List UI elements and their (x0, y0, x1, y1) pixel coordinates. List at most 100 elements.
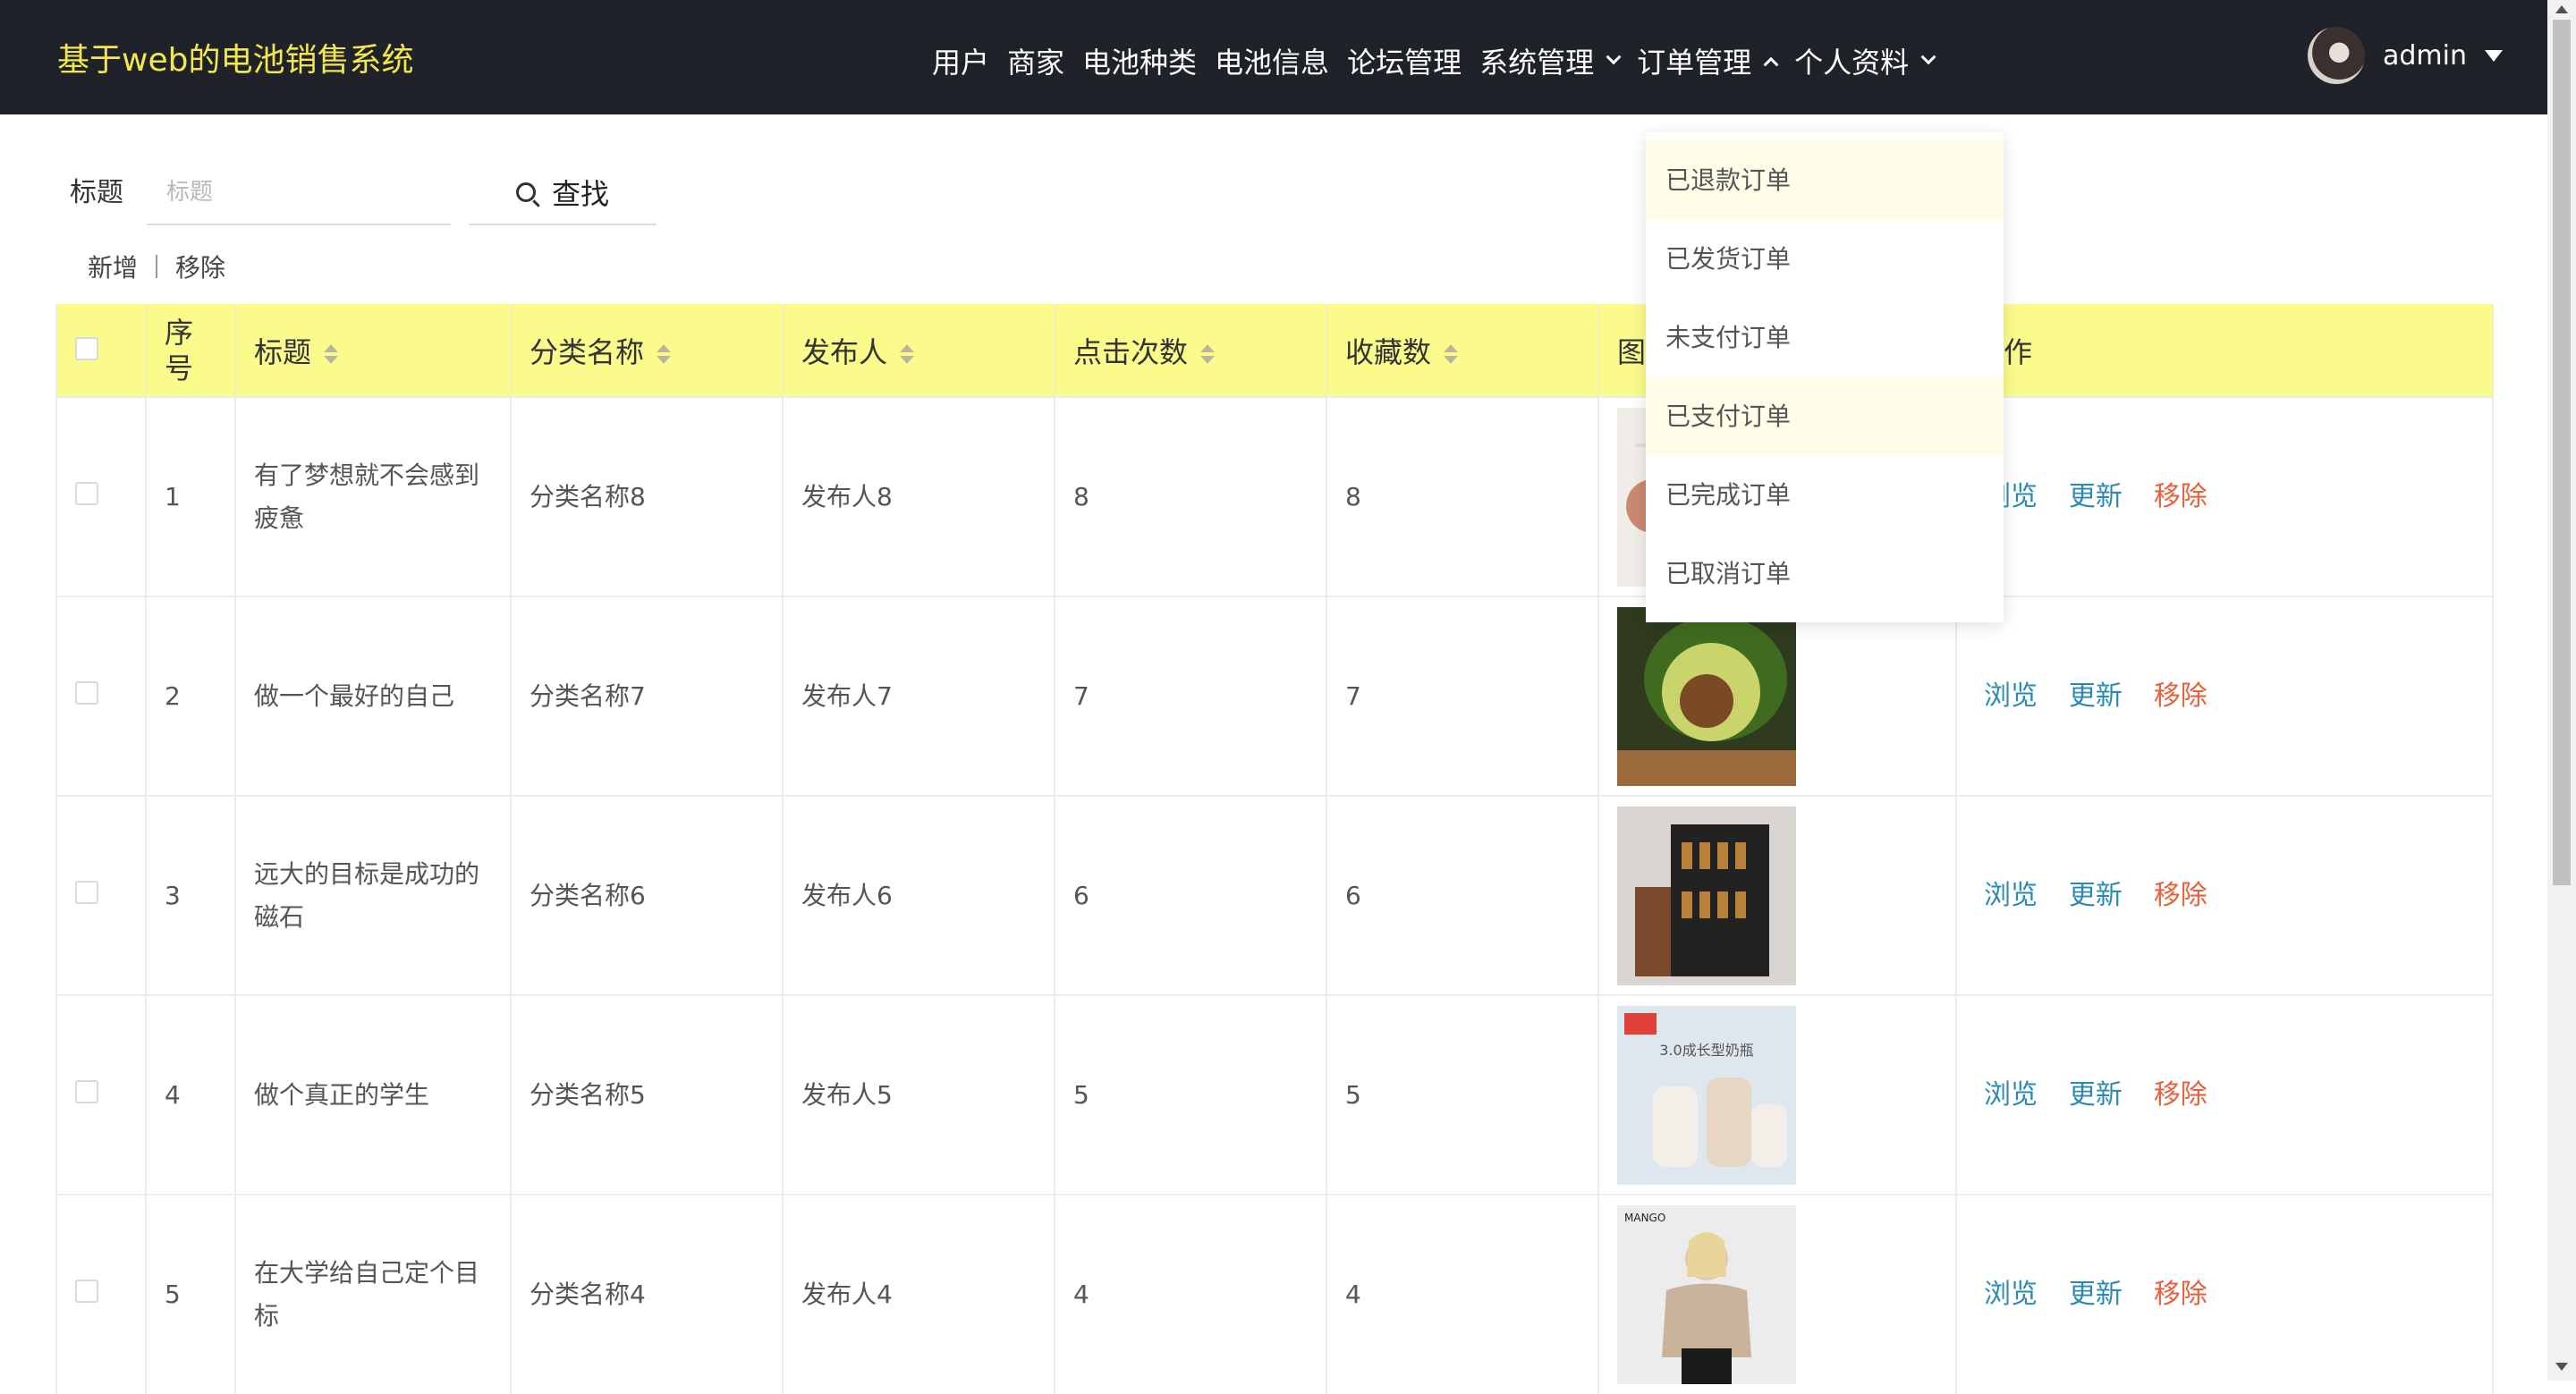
view-button[interactable]: 浏览 (1984, 1279, 2038, 1310)
row-checkbox[interactable] (75, 680, 98, 705)
nav-item-profile[interactable]: 个人资料 (1794, 40, 1936, 81)
row-favorites: 4 (1326, 1194, 1599, 1394)
search-button[interactable]: 查找 (469, 161, 657, 225)
row-actions: 浏览 更新 移除 (1956, 1194, 2494, 1394)
column-header-title[interactable]: 标题 (235, 304, 512, 397)
row-image-cell (1598, 795, 1957, 995)
select-all-checkbox[interactable] (75, 336, 98, 360)
row-publisher: 发布人8 (783, 396, 1055, 596)
row-checkbox[interactable] (75, 880, 98, 904)
table-actions: 新增 移除 (88, 249, 225, 284)
avatar-icon[interactable] (2308, 27, 2365, 84)
view-button[interactable]: 浏览 (1984, 880, 2038, 911)
edit-button[interactable]: 更新 (2069, 880, 2123, 911)
column-header-actions: 操作 (1956, 304, 2494, 397)
delete-button[interactable]: 移除 (2154, 680, 2207, 712)
row-clicks: 7 (1055, 596, 1327, 796)
menu-item-unpaid-orders[interactable]: 未支付订单 (1646, 299, 2004, 377)
menu-item-paid-orders[interactable]: 已支付订单 (1646, 377, 2004, 456)
row-actions: 浏览 更新 移除 (1956, 994, 2494, 1195)
delete-button[interactable]: 移除 (2154, 1279, 2207, 1310)
edit-button[interactable]: 更新 (2069, 1079, 2123, 1111)
row-select-cell[interactable] (55, 596, 147, 796)
search-input[interactable] (147, 161, 451, 225)
table-row: 1 有了梦想就不会感到疲惫 分类名称8 发布人8 8 8 浏览 更新 移除 (55, 396, 2494, 596)
row-select-cell[interactable] (55, 1194, 147, 1394)
row-title: 做一个最好的自己 (235, 596, 512, 796)
nav-item-users[interactable]: 用户 (932, 40, 989, 81)
select-all-cell[interactable] (55, 304, 147, 397)
add-button[interactable]: 新增 (88, 249, 138, 284)
row-favorites: 7 (1326, 596, 1599, 796)
delete-button[interactable]: 移除 (2154, 481, 2207, 512)
row-select-cell[interactable] (55, 396, 147, 596)
nav-item-system[interactable]: 系统管理 (1479, 40, 1622, 81)
order-dropdown-menu: 已退款订单 已发货订单 未支付订单 已支付订单 已完成订单 已取消订单 (1646, 132, 2004, 622)
row-image-cell: 3.0成长型奶瓶 (1598, 994, 1957, 1195)
edit-button[interactable]: 更新 (2069, 680, 2123, 712)
svg-text:MANGO: MANGO (1624, 1212, 1665, 1224)
table-row: 4 做个真正的学生 分类名称5 发布人5 5 5 3.0成长型奶瓶 浏览 更新 … (55, 994, 2494, 1195)
user-menu[interactable]: admin (2308, 27, 2503, 84)
chevron-up-icon (1763, 56, 1779, 72)
edit-button[interactable]: 更新 (2069, 1279, 2123, 1310)
row-actions: 浏览 更新 移除 (1956, 795, 2494, 995)
column-header-favorites[interactable]: 收藏数 (1326, 304, 1599, 397)
row-checkbox[interactable] (75, 1280, 98, 1303)
row-checkbox[interactable] (75, 481, 98, 505)
row-category: 分类名称7 (511, 596, 784, 796)
scroll-down-arrow-icon[interactable] (2555, 1363, 2568, 1371)
row-clicks: 5 (1055, 994, 1327, 1195)
edit-button[interactable]: 更新 (2069, 481, 2123, 512)
row-actions: 浏览 更新 移除 (1956, 396, 2494, 596)
scrollbar-thumb[interactable] (2553, 20, 2571, 885)
remove-button[interactable]: 移除 (175, 249, 225, 284)
sort-icon[interactable] (1444, 343, 1459, 364)
table-row: 5 在大学给自己定个目标 分类名称4 发布人4 4 4 MANGO 浏览 更新 … (55, 1194, 2494, 1394)
menu-item-cancelled-orders[interactable]: 已取消订单 (1646, 535, 2004, 613)
data-table: 序号 标题 分类名称 发布人 点击次数 收藏数 图片 操作 1 有了梦想就不会感… (55, 304, 2494, 1394)
spice-rack-image (1617, 806, 1796, 985)
nav-item-orders[interactable]: 订单管理 (1637, 40, 1779, 81)
row-image-cell (1598, 596, 1957, 796)
vertical-scrollbar[interactable] (2547, 0, 2576, 1381)
user-name[interactable]: admin (2383, 40, 2467, 72)
row-publisher: 发布人7 (783, 596, 1055, 796)
nav-item-merchants[interactable]: 商家 (1007, 40, 1064, 81)
delete-button[interactable]: 移除 (2154, 1079, 2207, 1111)
view-button[interactable]: 浏览 (1984, 1079, 2038, 1111)
row-clicks: 4 (1055, 1194, 1327, 1394)
nav-item-forum[interactable]: 论坛管理 (1347, 40, 1462, 81)
sort-icon[interactable] (1200, 343, 1216, 364)
row-select-cell[interactable] (55, 795, 147, 995)
main-nav: 用户 商家 电池种类 电池信息 论坛管理 系统管理 订单管理 个人资料 (932, 39, 1952, 82)
row-index: 2 (146, 596, 236, 796)
row-category: 分类名称5 (511, 994, 784, 1195)
column-header-category[interactable]: 分类名称 (511, 304, 784, 397)
menu-item-refunded-orders[interactable]: 已退款订单 (1646, 141, 2004, 220)
view-button[interactable]: 浏览 (1984, 680, 2038, 712)
sort-icon[interactable] (324, 343, 339, 364)
sort-icon[interactable] (900, 343, 915, 364)
row-category: 分类名称8 (511, 396, 784, 596)
brand-title[interactable]: 基于web的电池销售系统 (57, 34, 413, 80)
menu-item-completed-orders[interactable]: 已完成订单 (1646, 456, 2004, 535)
row-favorites: 6 (1326, 795, 1599, 995)
search-icon (515, 182, 536, 202)
column-header-publisher[interactable]: 发布人 (783, 304, 1055, 397)
scroll-up-arrow-icon[interactable] (2555, 5, 2568, 13)
row-image-cell: MANGO (1598, 1194, 1957, 1394)
column-header-clicks[interactable]: 点击次数 (1055, 304, 1327, 397)
caret-down-icon[interactable] (2485, 49, 2503, 62)
sort-icon[interactable] (657, 343, 672, 364)
nav-item-battery-types[interactable]: 电池种类 (1082, 40, 1197, 81)
row-select-cell[interactable] (55, 994, 147, 1195)
nav-item-battery-info[interactable]: 电池信息 (1215, 40, 1329, 81)
delete-button[interactable]: 移除 (2154, 880, 2207, 911)
row-category: 分类名称4 (511, 1194, 784, 1394)
row-publisher: 发布人5 (783, 994, 1055, 1195)
table-header-row: 序号 标题 分类名称 发布人 点击次数 收藏数 图片 操作 (55, 304, 2494, 397)
table-row: 2 做一个最好的自己 分类名称7 发布人7 7 7 浏览 更新 移除 (55, 596, 2494, 796)
menu-item-shipped-orders[interactable]: 已发货订单 (1646, 220, 2004, 299)
row-checkbox[interactable] (75, 1079, 98, 1103)
